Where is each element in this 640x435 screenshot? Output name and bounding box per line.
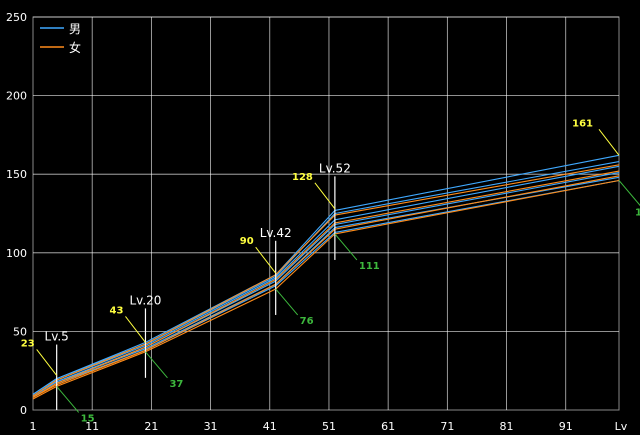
value-callout-leader — [36, 349, 58, 376]
value-callout-leader — [598, 129, 620, 156]
x-tick-label: 21 — [144, 420, 158, 433]
value-callout-leader — [314, 182, 336, 210]
x-tick-label: 91 — [559, 420, 573, 433]
value-callout-max: 90 — [240, 236, 254, 247]
level-marker-label: Lv.5 — [45, 330, 69, 344]
value-callout-leader — [334, 233, 358, 261]
x-tick-label: 1 — [30, 420, 37, 433]
x-tick-label: 51 — [322, 420, 336, 433]
value-callout-max: 43 — [110, 305, 124, 316]
legend-label: 女 — [69, 40, 81, 55]
series-line-male-5 — [32, 176, 620, 397]
x-tick-label: 31 — [204, 420, 218, 433]
level-marker-label: Lv.52 — [319, 161, 351, 175]
level-marker-label: Lv.20 — [129, 293, 161, 307]
value-callout-max: 161 — [572, 118, 593, 129]
value-callout-min: 37 — [169, 379, 183, 390]
series-line-male-1 — [32, 154, 620, 395]
x-axis-label: Lv — [615, 420, 628, 433]
x-tick-label: 81 — [500, 420, 514, 433]
series-line-female-9 — [32, 175, 620, 398]
y-tick-label: 200 — [6, 90, 27, 103]
series-line-female-10 — [32, 179, 620, 400]
line-chart: 0 50 100 150 200 250 1 11 21 31 41 51 61 71 81 91 Lv Lv.5… — [6, 11, 640, 433]
x-tick-label: 71 — [440, 420, 454, 433]
plot-frame — [32, 16, 620, 411]
value-callout-leader — [275, 288, 299, 316]
value-callout-leader — [618, 180, 640, 207]
legend-label: 男 — [69, 22, 81, 36]
value-callout-max: 23 — [21, 338, 35, 349]
value-callout-leader — [145, 351, 168, 379]
value-callout-min: 15 — [81, 413, 95, 424]
level-marker-label: Lv.42 — [260, 226, 292, 240]
value-callout-min: 111 — [359, 261, 380, 272]
value-callout-max: 128 — [292, 172, 313, 183]
value-callout-leader — [56, 386, 80, 413]
x-tick-label: 61 — [381, 420, 395, 433]
y-tick-label: 50 — [13, 325, 27, 338]
y-tick-label: 0 — [20, 404, 27, 417]
y-tick-label: 250 — [6, 11, 27, 24]
x-tick-label: 41 — [263, 420, 277, 433]
value-callout-min: 145 — [635, 207, 640, 218]
series-line-female-8 — [32, 170, 620, 398]
y-tick-label: 150 — [6, 168, 27, 181]
stat-growth-chart: 0 50 100 150 200 250 1 11 21 31 41 51 61 71 81 91 Lv Lv.5… — [0, 0, 640, 435]
series-line-male-4 — [32, 172, 620, 397]
value-callout-min: 76 — [300, 316, 314, 327]
series-line-male-6 — [32, 179, 620, 398]
y-tick-label: 100 — [6, 247, 27, 260]
value-callout-leader — [125, 316, 146, 343]
value-callout-leader — [255, 246, 277, 274]
